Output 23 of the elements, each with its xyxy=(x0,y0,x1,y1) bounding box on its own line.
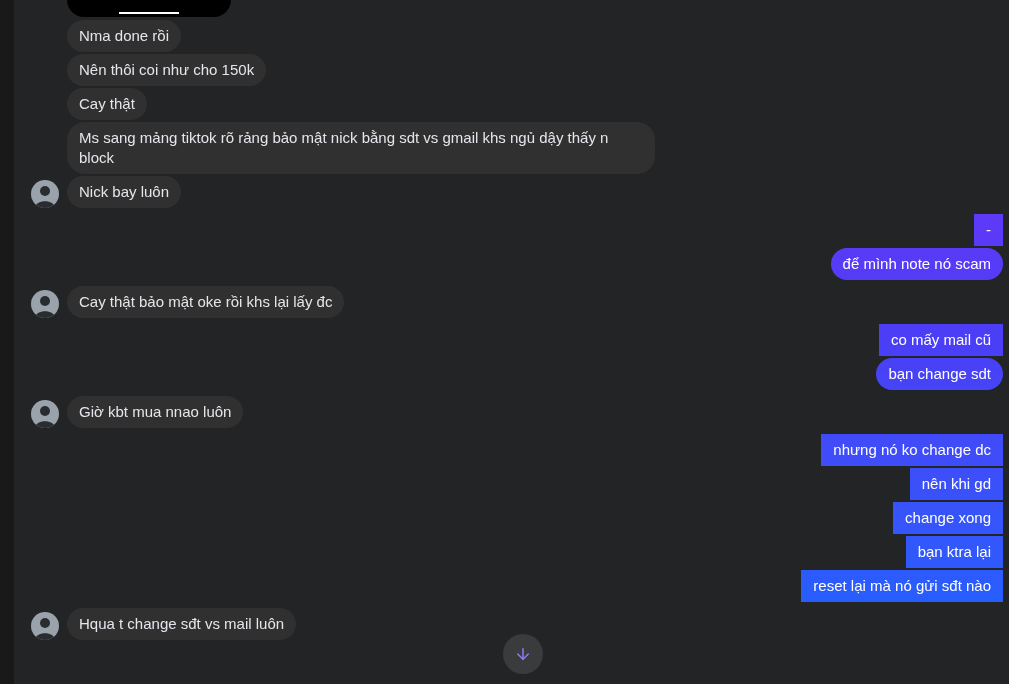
avatar xyxy=(31,290,59,318)
message-bubble: Nên thôi coi như cho 150k xyxy=(67,54,267,86)
message-bubble: Ms sang mảng tiktok rõ rảng bảo mật nick bằng sdt vs gmail khs ngủ dậy thấy n block xyxy=(67,122,655,174)
message-bubble: Hqua t change sđt vs mail luôn xyxy=(67,608,297,640)
arrow-down-icon xyxy=(514,645,532,663)
message-bubble: reset lại mà nó gửi sđt nào xyxy=(801,570,1003,602)
message-bubble: co mấy mail cũ xyxy=(878,324,1003,356)
message-bubble: - xyxy=(974,214,1003,246)
message-bubble: Nma done rồi xyxy=(67,20,182,52)
message-bubble: Giờ kbt mua nnao luôn xyxy=(67,396,244,428)
avatar xyxy=(31,612,59,640)
message-bubble: Cay thật xyxy=(67,88,147,120)
message-bubble: để mình note nó scam xyxy=(830,248,1003,280)
message-bubble: Nick bay luôn xyxy=(67,176,182,208)
avatar xyxy=(31,180,59,208)
message-bubble: Cay thật bảo mật oke rồi khs lại lấy đc xyxy=(67,286,345,318)
message-bubble: nhưng nó ko change dc xyxy=(821,434,1003,466)
message-bubble: bạn ktra lại xyxy=(905,536,1003,568)
scroll-down-button[interactable] xyxy=(503,634,543,674)
message-bubble: nên khi gd xyxy=(909,468,1003,500)
message-bubble: change xong xyxy=(893,502,1003,534)
avatar xyxy=(31,400,59,428)
message-bubble: bạn change sdt xyxy=(876,358,1003,390)
